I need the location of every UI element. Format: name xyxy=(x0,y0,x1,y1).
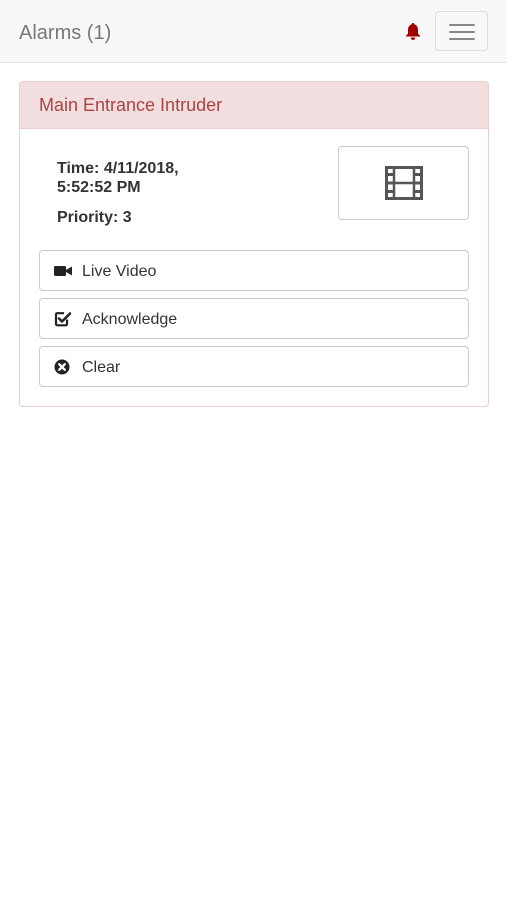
clear-label: Clear xyxy=(82,359,121,376)
acknowledge-button[interactable]: Acknowledge xyxy=(39,298,469,339)
acknowledge-label: Acknowledge xyxy=(82,311,178,328)
page-title: Alarms (1) xyxy=(19,22,112,44)
alarm-priority: Priority: 3 xyxy=(57,209,132,226)
alarm-panel-heading: Main Entrance Intruder xyxy=(20,82,488,129)
alarm-time-date: Time: 4/11/2018, xyxy=(57,160,179,177)
alarm-time: Time: 4/11/2018, 5:52:52 PM xyxy=(57,159,179,197)
top-navbar: Alarms (1) xyxy=(0,0,507,63)
menu-bar xyxy=(449,31,475,33)
times-circle-icon xyxy=(54,359,70,375)
clear-button[interactable]: Clear xyxy=(39,346,469,387)
menu-bar xyxy=(449,38,475,40)
film-icon xyxy=(385,166,423,200)
live-video-label: Live Video xyxy=(82,263,157,280)
alarm-title: Main Entrance Intruder xyxy=(39,95,223,115)
video-camera-icon xyxy=(54,266,72,276)
video-thumbnail-button[interactable] xyxy=(338,146,469,220)
menu-bar xyxy=(449,24,475,26)
hamburger-menu-button[interactable] xyxy=(435,11,488,51)
bell-icon[interactable] xyxy=(404,22,422,42)
checkbox-checked-icon xyxy=(54,312,72,327)
alarm-panel: Main Entrance Intruder Time: 4/11/2018, … xyxy=(19,81,489,407)
alarm-time-clock: 5:52:52 PM xyxy=(57,179,141,196)
live-video-button[interactable]: Live Video xyxy=(39,250,469,291)
